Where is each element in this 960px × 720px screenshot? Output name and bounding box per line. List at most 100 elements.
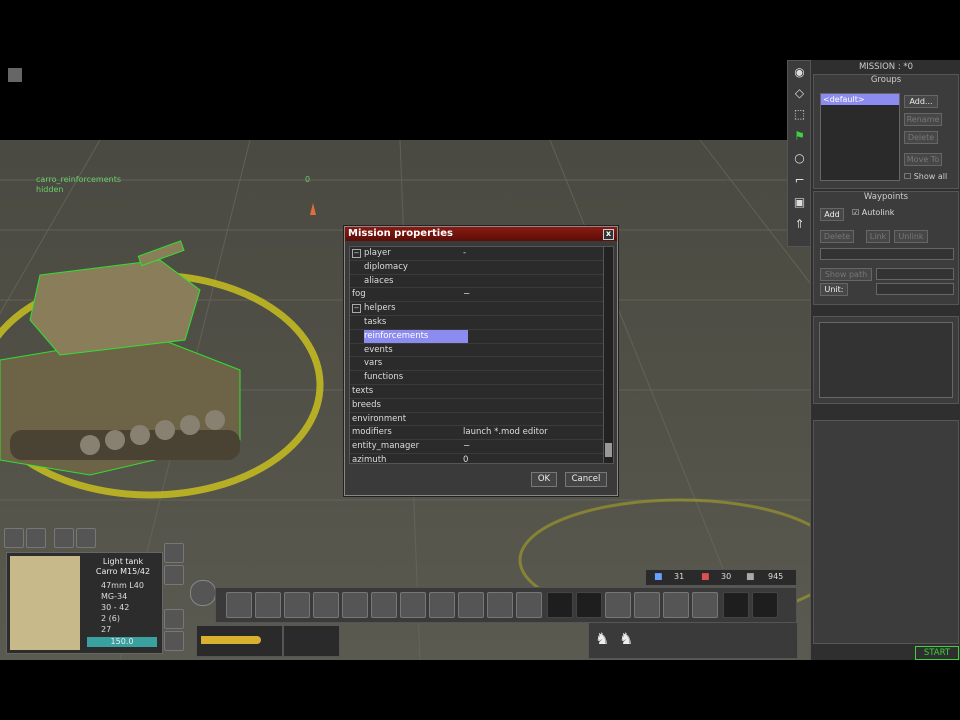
waypoints-header: Waypoints <box>863 192 909 202</box>
tree-scrollbar[interactable] <box>603 246 614 464</box>
start-button[interactable]: START <box>915 646 959 660</box>
property-row[interactable]: fog − <box>350 288 604 303</box>
waypoint-name-field[interactable] <box>820 248 954 260</box>
minimap-toggle[interactable] <box>8 68 22 82</box>
entity-label-state: hidden <box>36 185 64 194</box>
unit-field[interactable] <box>876 283 954 295</box>
property-row[interactable]: vars <box>350 357 604 372</box>
scrollbar-thumb[interactable] <box>605 443 612 457</box>
groups-list[interactable]: <default> <box>820 93 900 181</box>
property-row[interactable]: − helpers <box>350 302 604 316</box>
cancel-button[interactable]: Cancel <box>565 472 607 487</box>
soldier-icon[interactable] <box>692 592 718 618</box>
camera-icon[interactable]: ▣ <box>792 195 807 210</box>
drop-icon[interactable] <box>634 592 660 618</box>
property-row[interactable]: events <box>350 344 604 358</box>
rename-group-button[interactable]: Rename <box>904 113 942 126</box>
up-icon[interactable] <box>164 565 184 585</box>
show-path-button[interactable]: Show path <box>820 268 872 281</box>
property-row[interactable]: texts <box>350 385 604 399</box>
property-row[interactable]: modifiers launch *.mod editor <box>350 426 604 441</box>
plus-icon[interactable] <box>605 592 631 618</box>
speed-value: 27 <box>101 625 112 634</box>
circle-icon[interactable]: ○ <box>792 151 807 166</box>
property-row[interactable]: reinforcements <box>350 329 604 344</box>
eraser-icon[interactable]: ◇ <box>792 86 807 101</box>
show-all-checkbox[interactable]: ☐ Show all <box>904 172 947 181</box>
empty-slot-2[interactable] <box>576 592 602 618</box>
waypoints-section: Waypoints Add ☑ Autolink Delete Link Unl… <box>813 191 959 305</box>
property-row[interactable]: aliaces <box>350 275 604 289</box>
delete-waypoint-button[interactable]: Delete <box>820 230 854 243</box>
dialog-title-bar[interactable]: Mission properties x <box>345 227 617 241</box>
collapse-toggle-icon[interactable]: − <box>352 304 361 314</box>
groups-section: Groups <default> Add... Rename Delete Mo… <box>813 74 959 189</box>
path-icon[interactable]: ⌐ <box>792 173 807 188</box>
show-path-field[interactable] <box>876 268 954 280</box>
add-waypoint-button[interactable]: Add <box>820 208 844 221</box>
skull-icon[interactable] <box>164 631 184 651</box>
info-box <box>819 322 953 398</box>
property-row[interactable]: − player - <box>350 247 604 261</box>
autolink-checkbox[interactable]: ☑ Autolink <box>852 208 894 217</box>
properties-tree[interactable]: − player - diplomacy aliaces fog − − helpers task… <box>349 246 605 464</box>
pencil-icon[interactable] <box>26 528 46 548</box>
crosshair-icon[interactable] <box>400 592 426 618</box>
property-row[interactable]: breeds <box>350 399 604 413</box>
flag-icon[interactable]: ⚑ <box>792 129 807 144</box>
resource-2: 30 <box>721 572 732 581</box>
crew-member-2-icon[interactable]: ♞ <box>619 629 633 648</box>
spark-icon[interactable] <box>429 592 455 618</box>
arrow-up-icon[interactable]: ⇑ <box>792 217 807 232</box>
property-row[interactable]: functions <box>350 371 604 385</box>
box-icon[interactable] <box>164 609 184 629</box>
compass-icon[interactable] <box>190 580 216 606</box>
mine-icon[interactable] <box>342 592 368 618</box>
fire-icon[interactable] <box>458 592 484 618</box>
add-group-button[interactable]: Add... <box>904 95 938 108</box>
resource-bar: ■ 31 ■ 30 ■ 945 <box>645 569 797 586</box>
property-value: launch *.mod editor <box>463 427 548 438</box>
ok-button[interactable]: OK <box>531 472 557 487</box>
grenade-icon[interactable] <box>226 592 252 618</box>
stack-icon[interactable] <box>164 543 184 563</box>
property-key: environment <box>352 413 407 424</box>
property-row[interactable]: azimuth 0 <box>350 454 604 463</box>
close-icon[interactable]: x <box>603 229 614 240</box>
crew-member-1-icon[interactable]: ♞ <box>595 629 609 648</box>
unit-button[interactable]: Unit: <box>820 283 848 296</box>
wrench-icon[interactable] <box>76 528 96 548</box>
property-key: modifiers <box>352 427 392 438</box>
health-bar: 150.0 <box>87 637 157 647</box>
link-button[interactable]: Link <box>866 230 890 243</box>
repair-icon[interactable] <box>313 592 339 618</box>
moveto-group-button[interactable]: Move To <box>904 153 942 166</box>
empty-slot-1[interactable] <box>547 592 573 618</box>
delete-group-button[interactable]: Delete <box>904 131 938 144</box>
knife-icon[interactable] <box>284 592 310 618</box>
gun-icon[interactable] <box>516 592 542 618</box>
property-key: breeds <box>352 399 381 410</box>
empty-slot-4[interactable] <box>752 592 778 618</box>
collapse-toggle-icon[interactable]: − <box>352 249 361 258</box>
info-icon[interactable] <box>54 528 74 548</box>
unlink-button[interactable]: Unlink <box>894 230 928 243</box>
rifle-icon[interactable] <box>663 592 689 618</box>
property-row[interactable]: tasks <box>350 316 604 330</box>
entity-label-count: 0 <box>305 175 311 184</box>
list-icon[interactable] <box>4 528 24 548</box>
empty-slot-3[interactable] <box>723 592 749 618</box>
bullet-icon <box>201 636 261 644</box>
select-area-icon[interactable]: ⬚ <box>792 107 807 122</box>
mission-properties-dialog: Mission properties x − player - diplomacy al… <box>344 226 618 496</box>
hammer-icon[interactable] <box>255 592 281 618</box>
group-item[interactable]: <default> <box>821 94 899 105</box>
property-row[interactable]: diplomacy <box>350 261 604 275</box>
property-row[interactable]: environment <box>350 413 604 427</box>
property-row[interactable]: entity_manager − <box>350 440 604 454</box>
wheel-icon[interactable] <box>487 592 513 618</box>
tank-model <box>0 240 241 476</box>
unit-name: Carro M15/42 <box>95 567 151 576</box>
eye-icon[interactable]: ◉ <box>792 65 807 80</box>
target-icon[interactable] <box>371 592 397 618</box>
